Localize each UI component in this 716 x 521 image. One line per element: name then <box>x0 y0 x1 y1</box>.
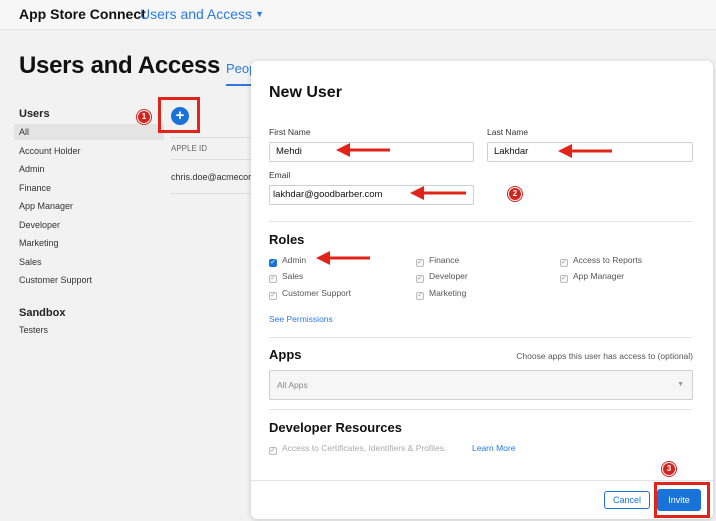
role-developer[interactable]: ✓ Developer <box>416 270 468 283</box>
sidebar-item-marketing[interactable]: Marketing <box>14 235 164 251</box>
modal-title: New User <box>269 84 342 101</box>
sidebar-item-account-holder[interactable]: Account Holder <box>14 143 164 159</box>
checkbox-checked-icon[interactable]: ✓ <box>269 259 277 267</box>
list-divider <box>171 159 251 160</box>
list-divider <box>171 137 251 138</box>
role-label: Customer Support <box>282 288 351 298</box>
divider <box>269 337 693 338</box>
role-customer-support[interactable]: ✓ Customer Support <box>269 287 351 300</box>
apps-select[interactable]: All Apps ▼ <box>269 370 693 400</box>
sidebar-item-admin[interactable]: Admin <box>14 161 164 177</box>
role-sales[interactable]: ✓ Sales <box>269 270 304 283</box>
email-label: Email <box>269 170 291 180</box>
sidebar-item-sales[interactable]: Sales <box>14 254 164 270</box>
checkbox-icon[interactable]: ✓ <box>560 275 568 283</box>
highlight-box-invite <box>654 482 710 518</box>
step-badge-2: 2 <box>508 187 522 201</box>
list-divider <box>171 193 251 194</box>
chevron-down-icon: ▼ <box>255 9 264 19</box>
roles-title: Roles <box>269 232 305 247</box>
sidebar-heading-sandbox: Sandbox <box>19 307 66 319</box>
dev-resources-checkbox: ✓ Access to Certificates, Identifiers & P… <box>269 443 446 455</box>
sidebar-item-customer-support[interactable]: Customer Support <box>14 272 164 288</box>
checkbox-icon[interactable]: ✓ <box>416 292 424 300</box>
role-label: Access to Reports <box>573 255 642 265</box>
dev-resources-label: Access to Certificates, Identifiers & Pr… <box>282 443 447 453</box>
annotation-arrow-icon <box>410 186 466 200</box>
role-admin[interactable]: ✓ Admin <box>269 254 307 267</box>
role-access-to-reports[interactable]: ✓ Access to Reports <box>560 254 642 267</box>
page-title: Users and Access <box>19 52 221 79</box>
annotation-arrow-icon <box>316 251 370 265</box>
checkbox-icon[interactable]: ✓ <box>416 259 424 267</box>
annotation-arrow-icon <box>558 144 612 158</box>
add-user-button[interactable]: + <box>171 107 189 125</box>
see-permissions-link[interactable]: See Permissions <box>269 314 333 324</box>
role-marketing[interactable]: ✓ Marketing <box>416 287 467 300</box>
role-label: Marketing <box>429 288 467 298</box>
first-name-label: First Name <box>269 127 311 137</box>
role-label: App Manager <box>573 271 625 281</box>
role-finance[interactable]: ✓ Finance <box>416 254 460 267</box>
role-app-manager[interactable]: ✓ App Manager <box>560 270 625 283</box>
last-name-label: Last Name <box>487 127 529 137</box>
role-label: Sales <box>282 271 304 281</box>
checkbox-icon[interactable]: ✓ <box>560 259 568 267</box>
footer-divider <box>251 480 713 481</box>
cancel-button[interactable]: Cancel <box>604 491 650 509</box>
divider <box>269 221 693 222</box>
chevron-down-icon: ▼ <box>677 381 684 388</box>
checkbox-disabled-icon: ✓ <box>269 447 277 455</box>
sidebar-heading-users: Users <box>19 108 50 120</box>
apps-title: Apps <box>269 347 302 362</box>
learn-more-link[interactable]: Learn More <box>472 443 515 453</box>
sidebar-item-developer[interactable]: Developer <box>14 217 164 233</box>
annotation-arrow-icon <box>336 143 390 157</box>
section-menu-label: Users and Access <box>140 6 253 22</box>
developer-resources-title: Developer Resources <box>269 420 402 435</box>
checkbox-icon[interactable]: ✓ <box>269 275 277 283</box>
top-bar: App Store Connect Users and Access ▼ <box>0 0 716 30</box>
apps-hint: Choose apps this user has access to (opt… <box>516 351 693 361</box>
sidebar-item-app-manager[interactable]: App Manager <box>14 198 164 214</box>
apps-select-value: All Apps <box>277 380 308 390</box>
plus-icon: + <box>175 107 185 124</box>
role-label: Finance <box>429 255 460 265</box>
role-label: Developer <box>429 271 468 281</box>
role-label: Admin <box>282 255 307 265</box>
new-user-modal: New User First Name Mehdi Last Name Lakh… <box>251 61 713 519</box>
step-badge-1: 1 <box>137 110 151 124</box>
checkbox-icon[interactable]: ✓ <box>269 292 277 300</box>
sidebar-item-testers[interactable]: Testers <box>14 322 164 338</box>
section-menu[interactable]: Users and Access ▼ <box>140 6 264 22</box>
app-name[interactable]: App Store Connect <box>19 6 146 22</box>
checkbox-icon[interactable]: ✓ <box>416 275 424 283</box>
divider <box>269 409 693 410</box>
column-header-apple-id: APPLE ID <box>171 144 208 153</box>
step-badge-3: 3 <box>662 462 676 476</box>
table-row[interactable]: chris.doe@acmecor <box>171 172 251 182</box>
sidebar-item-finance[interactable]: Finance <box>14 180 164 196</box>
sidebar-item-all[interactable]: All <box>14 124 164 140</box>
